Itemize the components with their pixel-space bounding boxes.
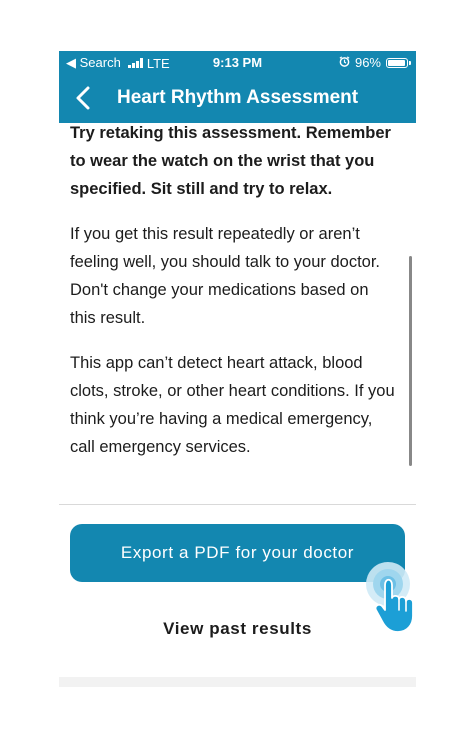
scrollbar[interactable] [409,256,412,466]
page-title: Heart Rhythm Assessment [117,87,359,108]
status-right: 96% [339,55,411,70]
bottom-band [59,677,416,687]
export-pdf-button[interactable]: Export a PDF for your doctor [70,524,405,582]
tap-hand-icon [366,562,414,633]
battery-percent: 96% [354,55,381,70]
advice-text: If you get this result repeatedly or are… [70,225,381,327]
chevron-left-icon [76,86,90,110]
disclaimer-text: This app can’t detect heart attack, bloo… [70,354,395,456]
instruction-text: Try retaking this assessment. Remember t… [70,124,391,198]
divider [59,504,416,505]
battery-icon [386,57,411,68]
nav-bar: Heart Rhythm Assessment [59,73,416,123]
alarm-icon [339,55,350,70]
status-bar: ◀ Search LTE 9:13 PM 96% [59,51,416,73]
back-button[interactable] [69,81,99,115]
